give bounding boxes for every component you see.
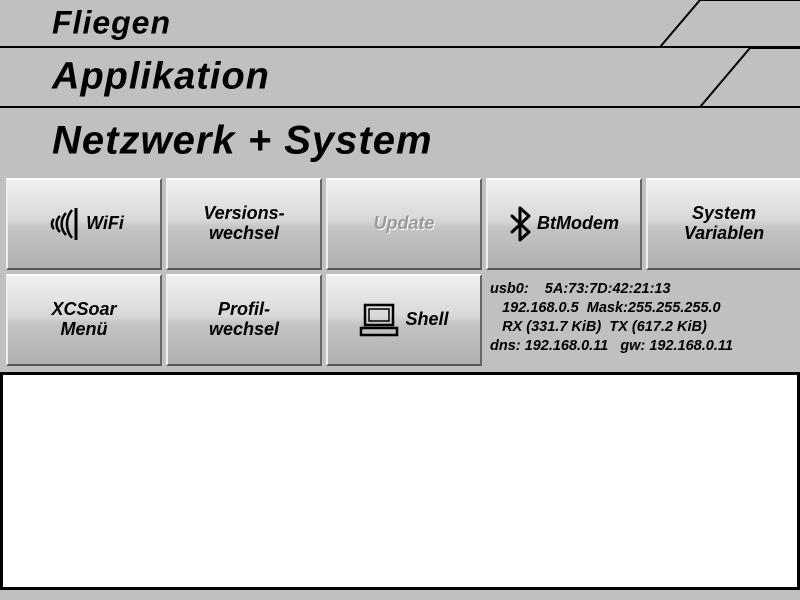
system-variablen-button[interactable]: System Variablen (646, 178, 800, 270)
update-button: Update (326, 178, 482, 270)
sysvar-label-2: Variablen (684, 224, 764, 244)
profilwechsel-button[interactable]: Profil- wechsel (166, 274, 322, 366)
tab-fliegen[interactable]: Fliegen (0, 0, 800, 48)
tab-netzwerk-system: Netzwerk + System (0, 108, 800, 174)
tab-notch-icon (660, 0, 800, 46)
profil-label-1: Profil- (209, 300, 279, 320)
log-output-area (0, 372, 800, 590)
profil-label-2: wechsel (209, 320, 279, 340)
shell-button[interactable]: Shell (326, 274, 482, 366)
update-label: Update (373, 214, 434, 234)
versionswechsel-button[interactable]: Versions- wechsel (166, 178, 322, 270)
button-grid: WiFi Versions- wechsel Update BtModem Sy… (0, 174, 800, 372)
tab-applikation[interactable]: Applikation (0, 48, 800, 108)
versionswechsel-label-1: Versions- (203, 204, 284, 224)
tab-applikation-label: Applikation (52, 56, 270, 99)
tab-fliegen-label: Fliegen (52, 5, 171, 42)
wifi-button[interactable]: WiFi (6, 178, 162, 270)
btmodem-label: BtModem (537, 214, 619, 234)
computer-icon (359, 302, 399, 338)
xcsoar-label-2: Menü (51, 320, 116, 340)
versionswechsel-label-2: wechsel (203, 224, 284, 244)
bluetooth-icon (509, 206, 531, 242)
network-info: usb0: 5A:73:7D:42:21:13 192.168.0.5 Mask… (486, 274, 800, 366)
shell-label: Shell (405, 310, 448, 330)
xcsoar-menu-button[interactable]: XCSoar Menü (6, 274, 162, 366)
wifi-label: WiFi (86, 214, 124, 234)
tab-notch-icon (700, 48, 800, 106)
xcsoar-label-1: XCSoar (51, 300, 116, 320)
sysvar-label-1: System (684, 204, 764, 224)
wifi-icon (44, 204, 80, 244)
btmodem-button[interactable]: BtModem (486, 178, 642, 270)
tab-netzwerk-label: Netzwerk + System (52, 119, 433, 164)
